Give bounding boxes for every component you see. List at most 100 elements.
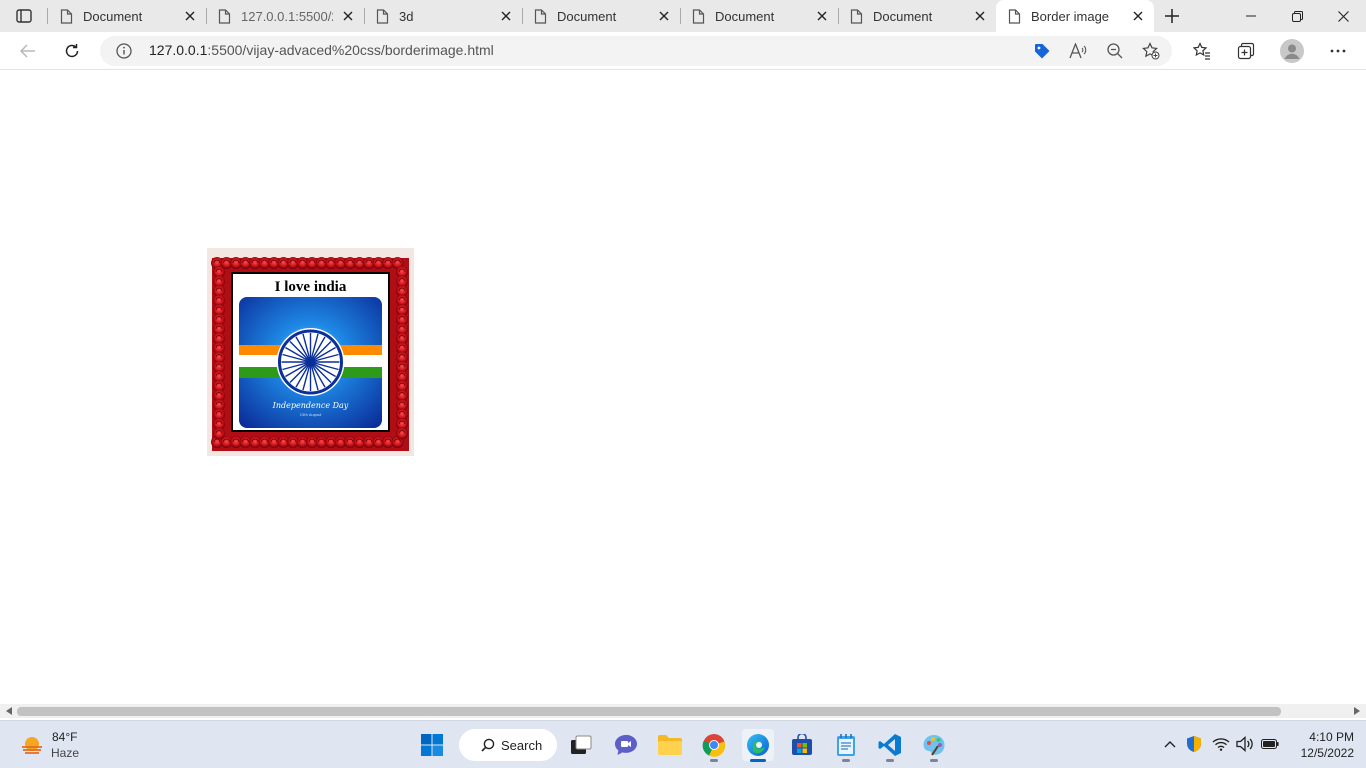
- system-clock[interactable]: 4:10 PM 12/5/2022: [1282, 729, 1354, 761]
- taskbar-search-box[interactable]: Search: [459, 729, 557, 761]
- haze-sun-icon: [22, 737, 42, 754]
- back-button[interactable]: [14, 37, 42, 65]
- file-explorer-button[interactable]: [654, 729, 686, 761]
- battery-icon[interactable]: [1261, 735, 1279, 753]
- tab-title: Border image: [1031, 8, 1110, 24]
- chevron-up-icon: [1164, 741, 1176, 748]
- page-icon: [376, 8, 389, 24]
- notepad-icon: [837, 734, 855, 756]
- chrome-button[interactable]: [698, 729, 730, 761]
- tab-document-1[interactable]: Document: [48, 0, 206, 32]
- close-icon[interactable]: [340, 8, 356, 24]
- teams-chat-button[interactable]: [610, 729, 642, 761]
- close-window-button[interactable]: [1320, 0, 1366, 32]
- tab-actions-menu-button[interactable]: [8, 4, 40, 28]
- show-hidden-icons-button[interactable]: [1161, 735, 1179, 753]
- search-icon: [481, 738, 495, 752]
- tab-title: Document: [873, 8, 933, 24]
- windows-logo-icon: [421, 734, 443, 756]
- tab-document-6[interactable]: Document: [838, 0, 996, 32]
- security-shield-icon[interactable]: [1185, 735, 1203, 753]
- url-text[interactable]: 127.0.0.1:5500/vijay-advaced%20css/borde…: [149, 42, 494, 58]
- clock-time: 4:10 PM: [1309, 730, 1354, 744]
- info-icon[interactable]: [116, 43, 132, 59]
- rose-decoration: [213, 427, 225, 440]
- refresh-button[interactable]: [58, 37, 86, 65]
- tab-title: 3d: [399, 8, 414, 24]
- tab-localhost-2d[interactable]: 127.0.0.1:5500/2d: [206, 0, 364, 32]
- shopping-tag-icon[interactable]: [1032, 41, 1052, 61]
- weather-condition: Haze: [51, 746, 80, 760]
- new-tab-button[interactable]: [1160, 4, 1184, 28]
- restore-icon: [1291, 10, 1303, 22]
- wifi-icon[interactable]: [1212, 735, 1230, 753]
- page-icon: [60, 8, 73, 24]
- tab-actions-icon: [16, 9, 32, 23]
- paint-palette-icon: [923, 735, 945, 756]
- close-icon[interactable]: [972, 8, 988, 24]
- tab-title: Document: [557, 8, 617, 24]
- rose-border-frame: I love india Independence Day 15th Augus…: [207, 248, 414, 456]
- close-icon[interactable]: [498, 8, 514, 24]
- paint-button[interactable]: [918, 729, 950, 761]
- rose-decoration: [396, 427, 408, 440]
- collections-icon[interactable]: [1235, 41, 1257, 61]
- close-icon[interactable]: [656, 8, 672, 24]
- restore-button[interactable]: [1274, 0, 1320, 32]
- tab-title: Document: [83, 8, 143, 24]
- weather-widget[interactable]: 84°F Haze: [16, 729, 116, 763]
- page-viewport: I love india Independence Day 15th Augus…: [0, 71, 1366, 704]
- task-view-button[interactable]: [565, 729, 597, 761]
- close-icon[interactable]: [814, 8, 830, 24]
- vscode-icon: [878, 734, 901, 756]
- vscode-button[interactable]: [874, 729, 906, 761]
- settings-more-button[interactable]: [1327, 41, 1349, 61]
- running-indicator: [710, 759, 718, 762]
- page-icon: [534, 8, 547, 24]
- zoom-out-icon[interactable]: [1105, 41, 1125, 61]
- scrollbar-thumb[interactable]: [17, 707, 1281, 716]
- page-icon: [218, 8, 231, 24]
- add-favorite-icon[interactable]: [1141, 41, 1161, 61]
- favorites-icon[interactable]: [1191, 41, 1213, 61]
- horizontal-scrollbar[interactable]: [0, 704, 1366, 718]
- clock-date: 12/5/2022: [1300, 746, 1354, 760]
- tab-document-5[interactable]: Document: [680, 0, 838, 32]
- running-indicator: [930, 759, 938, 762]
- independence-day-image: Independence Day 15th August: [239, 297, 382, 428]
- close-icon[interactable]: [182, 8, 198, 24]
- running-indicator: [842, 759, 850, 762]
- edge-icon: [747, 734, 769, 756]
- page-icon: [850, 8, 863, 24]
- folder-icon: [658, 735, 682, 755]
- poster-subtitle: 15th August: [300, 413, 322, 417]
- tab-title: Document: [715, 8, 775, 24]
- poster-title: Independence Day: [272, 401, 349, 410]
- edge-button[interactable]: [742, 729, 774, 761]
- tab-document-4[interactable]: Document: [522, 0, 680, 32]
- chrome-icon: [702, 734, 726, 757]
- tab-border-image[interactable]: Border image: [996, 0, 1154, 32]
- minimize-button[interactable]: [1228, 0, 1274, 32]
- microsoft-store-button[interactable]: [786, 729, 818, 761]
- address-bar[interactable]: 127.0.0.1:5500/vijay-advaced%20css/borde…: [100, 36, 1172, 66]
- tab-3d[interactable]: 3d: [364, 0, 522, 32]
- scroll-right-arrow[interactable]: [1352, 706, 1362, 716]
- store-icon: [792, 734, 812, 755]
- page-icon: [692, 8, 705, 24]
- windows-taskbar: 84°F Haze Search 4:10 PM 12/5/2022: [0, 720, 1366, 768]
- read-aloud-icon[interactable]: [1068, 41, 1088, 61]
- caption-heading: I love india: [274, 279, 347, 295]
- scroll-left-arrow[interactable]: [4, 706, 14, 716]
- minimize-icon: [1246, 15, 1256, 17]
- volume-icon[interactable]: [1236, 735, 1254, 753]
- navigation-bar: 127.0.0.1:5500/vijay-advaced%20css/borde…: [0, 32, 1366, 70]
- close-icon[interactable]: [1130, 8, 1146, 24]
- start-button[interactable]: [416, 729, 448, 761]
- url-path: :5500/vijay-advaced%20css/borderimage.ht…: [207, 42, 494, 58]
- plus-icon: [1165, 9, 1179, 23]
- notepad-button[interactable]: [830, 729, 862, 761]
- profile-avatar[interactable]: [1280, 39, 1304, 63]
- active-app-indicator: [750, 759, 766, 762]
- refresh-icon: [65, 44, 79, 58]
